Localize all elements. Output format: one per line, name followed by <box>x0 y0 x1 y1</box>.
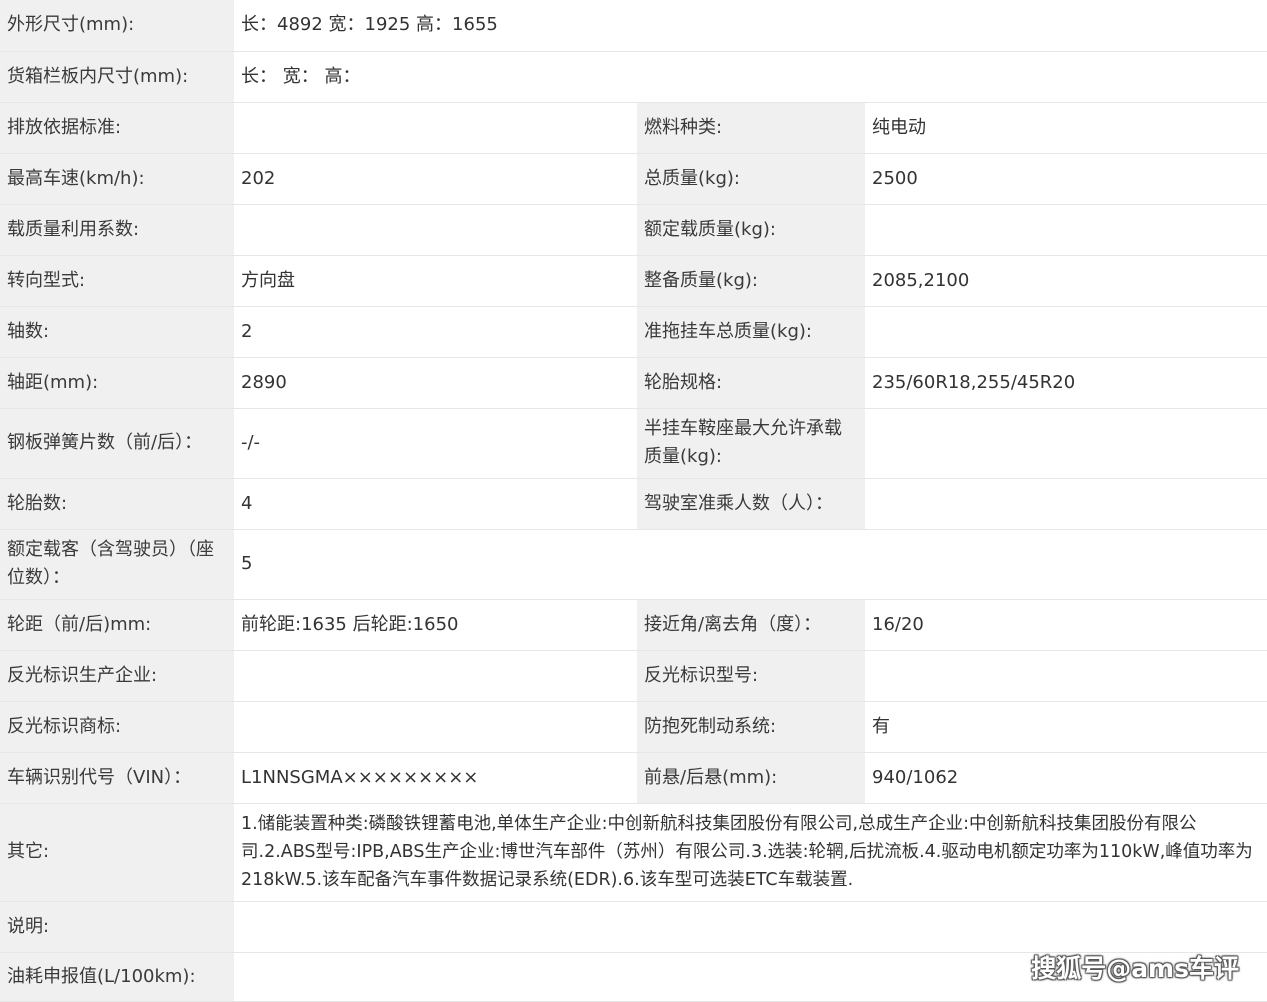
spec-label-cargo-box-dimensions: 货箱栏板内尺寸(mm): <box>0 51 234 103</box>
spec-label-axle-count: 轴数: <box>0 306 234 358</box>
spec-label-wheelbase: 轴距(mm): <box>0 357 234 409</box>
spec-label-curb-mass: 整备质量(kg): <box>637 255 865 307</box>
spec-value-abs: 有 <box>865 701 1267 753</box>
spec-value-leaf-springs: -/- <box>234 408 637 479</box>
spec-label-gross-mass: 总质量(kg): <box>637 153 865 205</box>
table-row: 说明: <box>0 901 1267 953</box>
spec-value-other: 1.储能装置种类:磷酸铁锂蓄电池,单体生产企业:中创新航科技集团股份有限公司,总… <box>234 803 1267 902</box>
table-row: 外形尺寸(mm): 长：4892 宽：1925 高：1655 <box>0 0 1267 52</box>
spec-label-notes: 说明: <box>0 901 234 953</box>
table-row: 额定载客（含驾驶员）（座位数）： 5 <box>0 529 1267 600</box>
watermark-text: 搜狐号@ams车评 <box>1031 954 1239 983</box>
spec-value-rated-load <box>865 204 1267 256</box>
spec-value-cab-occupants <box>865 478 1267 530</box>
spec-label-load-coefficient: 载质量利用系数: <box>0 204 234 256</box>
spec-value-fifth-wheel-load <box>865 408 1267 479</box>
spec-label-emission-standard: 排放依据标准: <box>0 102 234 154</box>
spec-value-reflector-brand <box>234 701 637 753</box>
table-row: 轮距（前/后)mm: 前轮距:1635 后轮距:1650 接近角/离去角（度）：… <box>0 599 1267 651</box>
spec-label-track-width: 轮距（前/后)mm: <box>0 599 234 651</box>
table-row: 最高车速(km/h): 202 总质量(kg): 2500 <box>0 153 1267 205</box>
table-row: 反光标识商标: 防抱死制动系统: 有 <box>0 701 1267 753</box>
table-row: 反光标识生产企业: 反光标识型号: <box>0 650 1267 702</box>
spec-value-axle-count: 2 <box>234 306 637 358</box>
spec-value-steering-type: 方向盘 <box>234 255 637 307</box>
table-row: 轴数: 2 准拖挂车总质量(kg): <box>0 306 1267 358</box>
table-row: 钢板弹簧片数（前/后）： -/- 半挂车鞍座最大允许承载质量(kg): <box>0 408 1267 479</box>
vehicle-spec-table: 外形尺寸(mm): 长：4892 宽：1925 高：1655 货箱栏板内尺寸(m… <box>0 0 1267 1002</box>
spec-value-load-coefficient <box>234 204 637 256</box>
spec-value-cargo-box-dimensions: 长： 宽： 高： <box>234 51 1267 103</box>
spec-label-trailer-mass: 准拖挂车总质量(kg): <box>637 306 865 358</box>
spec-label-max-speed: 最高车速(km/h): <box>0 153 234 205</box>
spec-label-fuel-type: 燃料种类: <box>637 102 865 154</box>
spec-value-gross-mass: 2500 <box>865 153 1267 205</box>
table-row: 轴距(mm): 2890 轮胎规格: 235/60R18,255/45R20 <box>0 357 1267 409</box>
spec-value-wheelbase: 2890 <box>234 357 637 409</box>
spec-value-reflector-model <box>865 650 1267 702</box>
spec-label-fuel-consumption: 油耗申报值(L/100km): <box>0 952 234 1002</box>
table-row: 其它: 1.储能装置种类:磷酸铁锂蓄电池,单体生产企业:中创新航科技集团股份有限… <box>0 803 1267 902</box>
table-row: 轮胎数: 4 驾驶室准乘人数（人）： <box>0 478 1267 530</box>
spec-value-seating-capacity: 5 <box>234 529 1267 600</box>
spec-label-fifth-wheel-load: 半挂车鞍座最大允许承载质量(kg): <box>637 408 865 479</box>
spec-label-tire-spec: 轮胎规格: <box>637 357 865 409</box>
table-row: 货箱栏板内尺寸(mm): 长： 宽： 高： <box>0 51 1267 103</box>
table-row: 排放依据标准: 燃料种类: 纯电动 <box>0 102 1267 154</box>
spec-label-vin: 车辆识别代号（VIN）： <box>0 752 234 804</box>
spec-value-track-width: 前轮距:1635 后轮距:1650 <box>234 599 637 651</box>
spec-value-tire-spec: 235/60R18,255/45R20 <box>865 357 1267 409</box>
spec-value-notes <box>234 901 1267 953</box>
spec-value-curb-mass: 2085,2100 <box>865 255 1267 307</box>
spec-label-overhang: 前悬/后悬(mm): <box>637 752 865 804</box>
spec-value-tire-count: 4 <box>234 478 637 530</box>
spec-label-approach-departure-angle: 接近角/离去角（度）： <box>637 599 865 651</box>
spec-label-reflector-model: 反光标识型号: <box>637 650 865 702</box>
spec-value-overhang: 940/1062 <box>865 752 1267 804</box>
spec-value-vin: L1NNSGMA××××××××× <box>234 752 637 804</box>
spec-value-approach-departure-angle: 16/20 <box>865 599 1267 651</box>
spec-value-trailer-mass <box>865 306 1267 358</box>
spec-label-abs: 防抱死制动系统: <box>637 701 865 753</box>
spec-label-tire-count: 轮胎数: <box>0 478 234 530</box>
spec-value-overall-dimensions: 长：4892 宽：1925 高：1655 <box>234 0 1267 52</box>
table-row: 车辆识别代号（VIN）： L1NNSGMA××××××××× 前悬/后悬(mm)… <box>0 752 1267 804</box>
spec-label-reflector-brand: 反光标识商标: <box>0 701 234 753</box>
spec-label-seating-capacity: 额定载客（含驾驶员）（座位数）： <box>0 529 234 600</box>
spec-label-overall-dimensions: 外形尺寸(mm): <box>0 0 234 52</box>
spec-label-other: 其它: <box>0 803 234 902</box>
spec-value-reflector-maker <box>234 650 637 702</box>
spec-label-reflector-maker: 反光标识生产企业: <box>0 650 234 702</box>
spec-label-rated-load: 额定载质量(kg): <box>637 204 865 256</box>
spec-value-fuel-type: 纯电动 <box>865 102 1267 154</box>
table-row: 载质量利用系数: 额定载质量(kg): <box>0 204 1267 256</box>
spec-value-max-speed: 202 <box>234 153 637 205</box>
spec-label-leaf-springs: 钢板弹簧片数（前/后）： <box>0 408 234 479</box>
spec-label-steering-type: 转向型式: <box>0 255 234 307</box>
spec-value-emission-standard <box>234 102 637 154</box>
spec-label-cab-occupants: 驾驶室准乘人数（人）： <box>637 478 865 530</box>
table-row: 转向型式: 方向盘 整备质量(kg): 2085,2100 <box>0 255 1267 307</box>
